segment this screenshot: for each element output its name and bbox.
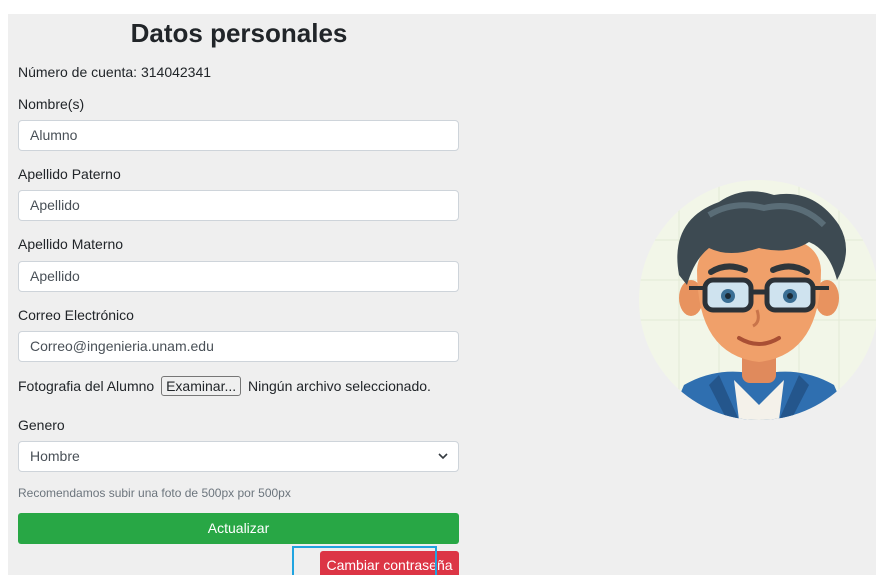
update-button[interactable]: Actualizar [18, 513, 459, 544]
no-file-label: Ningún archivo seleccionado. [248, 378, 431, 394]
genero-label: Genero [18, 417, 65, 433]
photo-upload-row: Fotografia del Alumno Examinar... Ningún… [18, 376, 431, 396]
genero-select[interactable]: Hombre [18, 441, 459, 472]
apellido-materno-label: Apellido Materno [18, 236, 124, 252]
chevron-down-icon [437, 442, 449, 482]
account-number: Número de cuenta: 314042341 [18, 64, 212, 80]
photo-size-hint: Recomendamos subir una foto de 500px por… [18, 486, 291, 500]
change-password-button[interactable]: Cambiar contraseña [320, 551, 459, 575]
browse-button[interactable]: Examinar... [161, 376, 242, 396]
apellido-paterno-label: Apellido Paterno [18, 166, 121, 182]
student-avatar [639, 180, 876, 420]
apellido-paterno-input[interactable]: Apellido [18, 190, 459, 221]
page-title: Datos personales [130, 18, 348, 48]
apellido-materno-input[interactable]: Apellido [18, 261, 459, 292]
genero-selected-value: Hombre [30, 448, 80, 464]
nombre-label: Nombre(s) [18, 96, 85, 112]
nombre-input[interactable]: Alumno [18, 120, 459, 151]
email-input[interactable]: Correo@ingenieria.unam.edu [18, 331, 459, 362]
photo-label: Fotografia del Alumno [18, 378, 155, 394]
email-label: Correo Electrónico [18, 307, 134, 323]
